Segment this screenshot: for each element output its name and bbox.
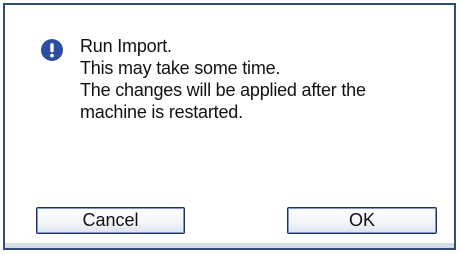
- dialog-bottom-bar: [5, 243, 454, 248]
- message-line: Run Import.: [80, 36, 172, 56]
- exclamation-circle-icon: [41, 39, 63, 61]
- dialog-message: Run Import. This may take some time. The…: [80, 35, 440, 123]
- message-line: machine is restarted.: [80, 102, 243, 122]
- message-line: This may take some time.: [80, 58, 281, 78]
- message-line: The changes will be applied after the: [80, 80, 366, 100]
- ok-button[interactable]: OK: [287, 207, 437, 234]
- screen: Run Import. This may take some time. The…: [0, 0, 461, 254]
- cancel-button[interactable]: Cancel: [36, 207, 185, 234]
